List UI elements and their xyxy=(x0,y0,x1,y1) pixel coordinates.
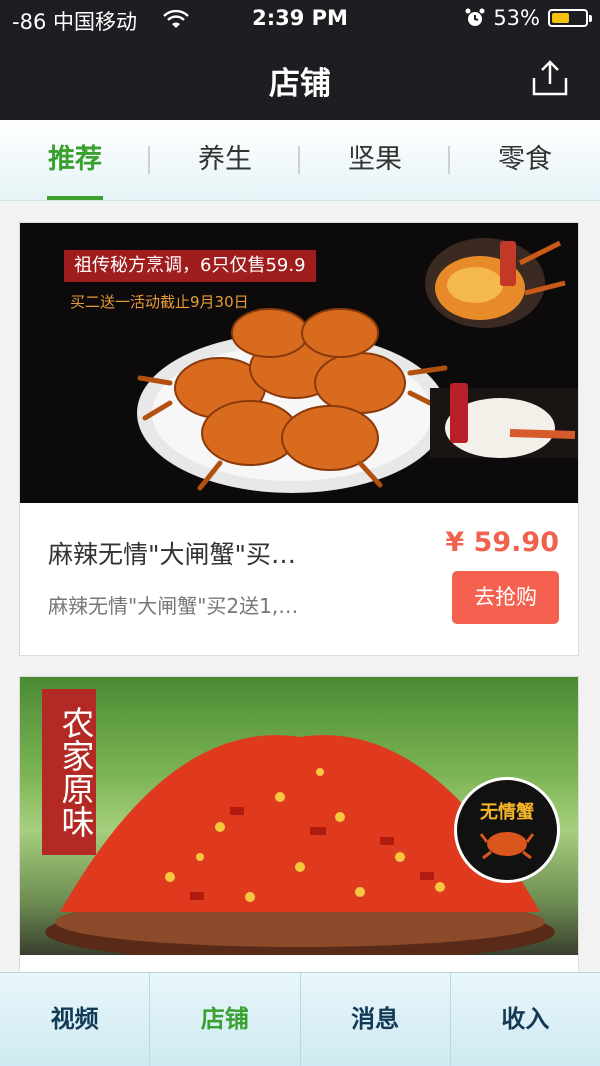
category-tabs: 推荐 养生 坚果 零食 xyxy=(0,120,600,201)
tab-snacks[interactable]: 零食 xyxy=(450,120,600,200)
product-image[interactable]: 祖传秘方烹调，6只仅售59.9 买二送一活动截止9月30日 xyxy=(20,223,578,503)
nav-video[interactable]: 视频 xyxy=(0,973,149,1066)
battery-fill xyxy=(552,13,569,23)
nav-messages[interactable]: 消息 xyxy=(299,973,450,1066)
tab-nuts[interactable]: 坚果 xyxy=(300,120,450,200)
product-card[interactable]: 祖传秘方烹调，6只仅售59.9 买二送一活动截止9月30日 麻辣无情"大闸蟹"买… xyxy=(19,222,579,656)
tab-label: 零食 xyxy=(498,144,552,175)
crab-plate-image xyxy=(137,238,578,493)
battery-percent: 53% xyxy=(493,6,540,30)
nav-income[interactable]: 收入 xyxy=(449,973,600,1066)
badge-text: 无情蟹 xyxy=(480,802,534,823)
battery-icon xyxy=(548,9,592,27)
tab-recommend[interactable]: 推荐 xyxy=(0,120,150,200)
origin-label: 农家原味 xyxy=(42,689,96,855)
tab-label: 坚果 xyxy=(348,144,402,175)
buy-button[interactable]: 去抢购 xyxy=(452,571,559,624)
product-description: 麻辣无情"大闸蟹"买2送1,… xyxy=(48,594,299,618)
page-title: 店铺 xyxy=(269,66,331,102)
status-bar: -86 中国移动 2:39 PM 53% xyxy=(0,0,600,40)
share-icon[interactable] xyxy=(530,58,570,98)
product-card[interactable]: 农家原味 无情蟹 xyxy=(19,676,579,976)
nav-store[interactable]: 店铺 xyxy=(149,973,299,1066)
product-price: ¥ 59.90 xyxy=(445,527,559,558)
alarm-icon xyxy=(465,8,485,26)
product-name[interactable]: 麻辣无情"大闸蟹"买… xyxy=(48,535,348,571)
brand-badge: 无情蟹 xyxy=(454,777,560,883)
nav-header: 店铺 xyxy=(0,40,600,120)
crab-icon xyxy=(479,832,535,860)
tab-label: 养生 xyxy=(198,144,252,175)
product-image[interactable]: 农家原味 无情蟹 xyxy=(20,677,578,955)
bottom-nav: 视频 店铺 消息 收入 xyxy=(0,972,600,1066)
tab-label: 推荐 xyxy=(48,144,102,175)
tab-health[interactable]: 养生 xyxy=(150,120,300,200)
